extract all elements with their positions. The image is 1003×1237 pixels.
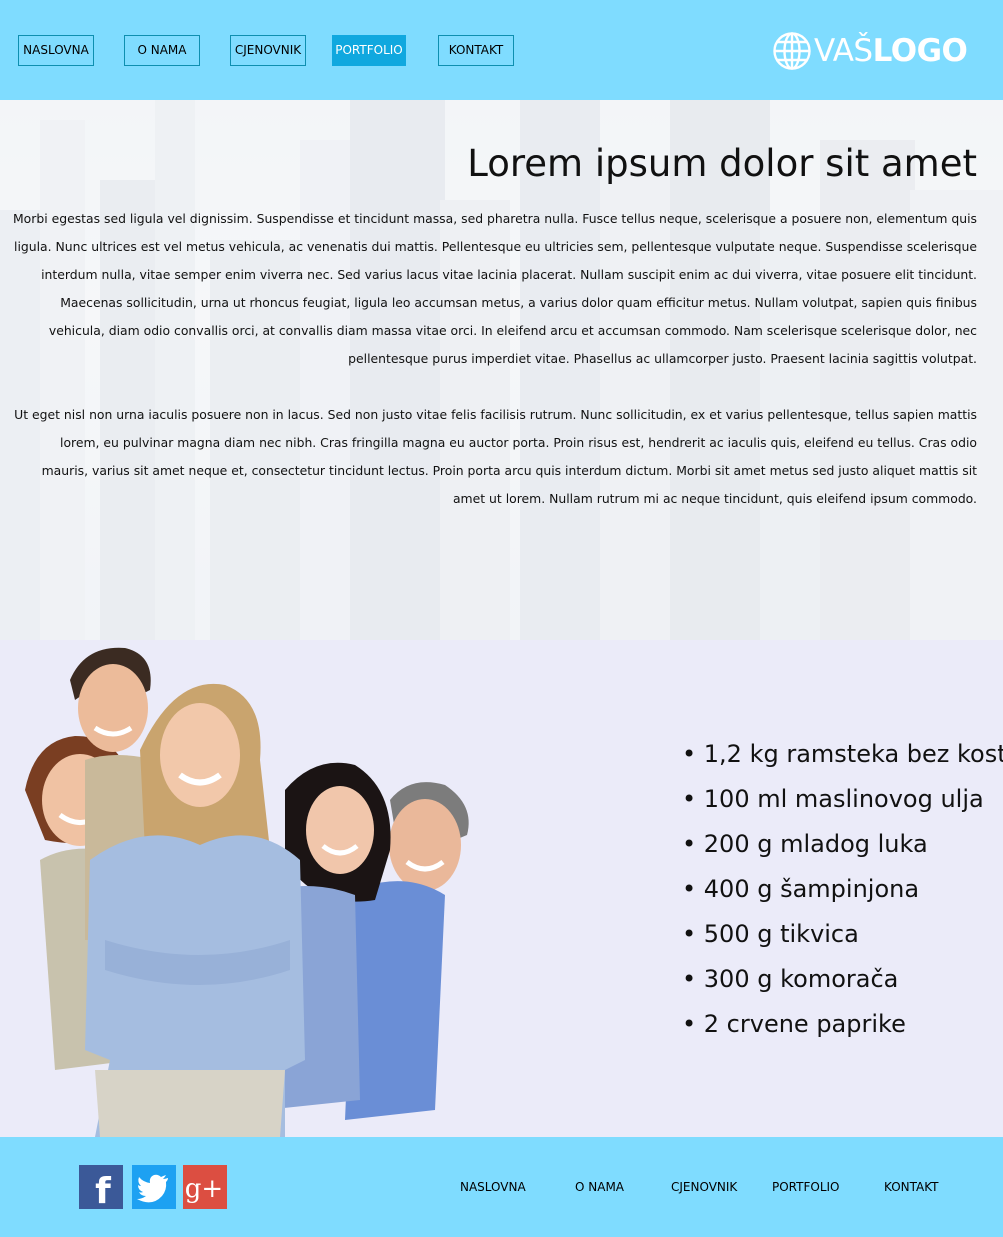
facebook-glyph: f [95,1171,111,1209]
footer-link-kontakt[interactable]: KONTAKT [884,1180,939,1194]
nav-portfolio-button[interactable]: PORTFOLIO [332,35,406,66]
nav-o-nama-button[interactable]: O NAMA [124,35,200,66]
nav-naslovna-button[interactable]: NASLOVNA [18,35,94,66]
person-woman-front [85,683,305,1137]
ingredient-item: • 300 g komorača [682,965,899,993]
ingredient-item: • 1,2 kg ramsteka bez kosti [682,740,1003,768]
ingredient-item: • 2 crvene paprike [682,1010,906,1038]
site-logo[interactable]: VAŠLOGO [772,30,968,72]
ingredient-item: • 400 g šampinjona [682,875,920,903]
logo-text: VAŠLOGO [814,33,968,69]
logo-text-bold: LOGO [872,33,968,69]
site-header: NASLOVNA O NAMA CJENOVNIK PORTFOLIO KONT… [0,0,1003,100]
globe-icon [773,32,811,70]
hero-section: Lorem ipsum dolor sit amet Morbi egestas… [0,100,1003,640]
logo-text-light: VAŠ [814,33,873,69]
facebook-icon[interactable]: f [79,1165,123,1209]
google-plus-glyph: g+ [185,1174,223,1204]
google-plus-icon[interactable]: g+ [183,1165,227,1209]
hero-paragraph-2: Ut eget nisl non urna iaculis posuere no… [14,407,977,506]
ingredients-list: • 1,2 kg ramsteka bez kosti • 100 ml mas… [682,732,1003,1047]
hero-text: Morbi egestas sed ligula vel dignissim. … [12,205,977,513]
footer-link-portfolio[interactable]: PORTFOLIO [772,1180,840,1194]
footer-link-naslovna[interactable]: NASLOVNA [460,1180,526,1194]
people-group-image [25,647,469,1137]
twitter-icon[interactable] [132,1165,176,1209]
ingredient-item: • 100 ml maslinovog ulja [682,785,984,813]
footer-link-o-nama[interactable]: O NAMA [575,1180,624,1194]
ingredient-item: • 200 g mladog luka [682,830,928,858]
hero-paragraph-1: Morbi egestas sed ligula vel dignissim. … [12,211,977,366]
feature-section: • 1,2 kg ramsteka bez kosti • 100 ml mas… [0,640,1003,1137]
nav-cjenovnik-button[interactable]: CJENOVNIK [230,35,306,66]
nav-kontakt-button[interactable]: KONTAKT [438,35,514,66]
site-footer: f g+ NASLOVNA O NAMA CJENOVNIK PORTFOLIO… [0,1137,1003,1237]
footer-link-cjenovnik[interactable]: CJENOVNIK [671,1180,737,1194]
hero-title: Lorem ipsum dolor sit amet [467,142,977,185]
ingredient-item: • 500 g tikvica [682,920,859,948]
